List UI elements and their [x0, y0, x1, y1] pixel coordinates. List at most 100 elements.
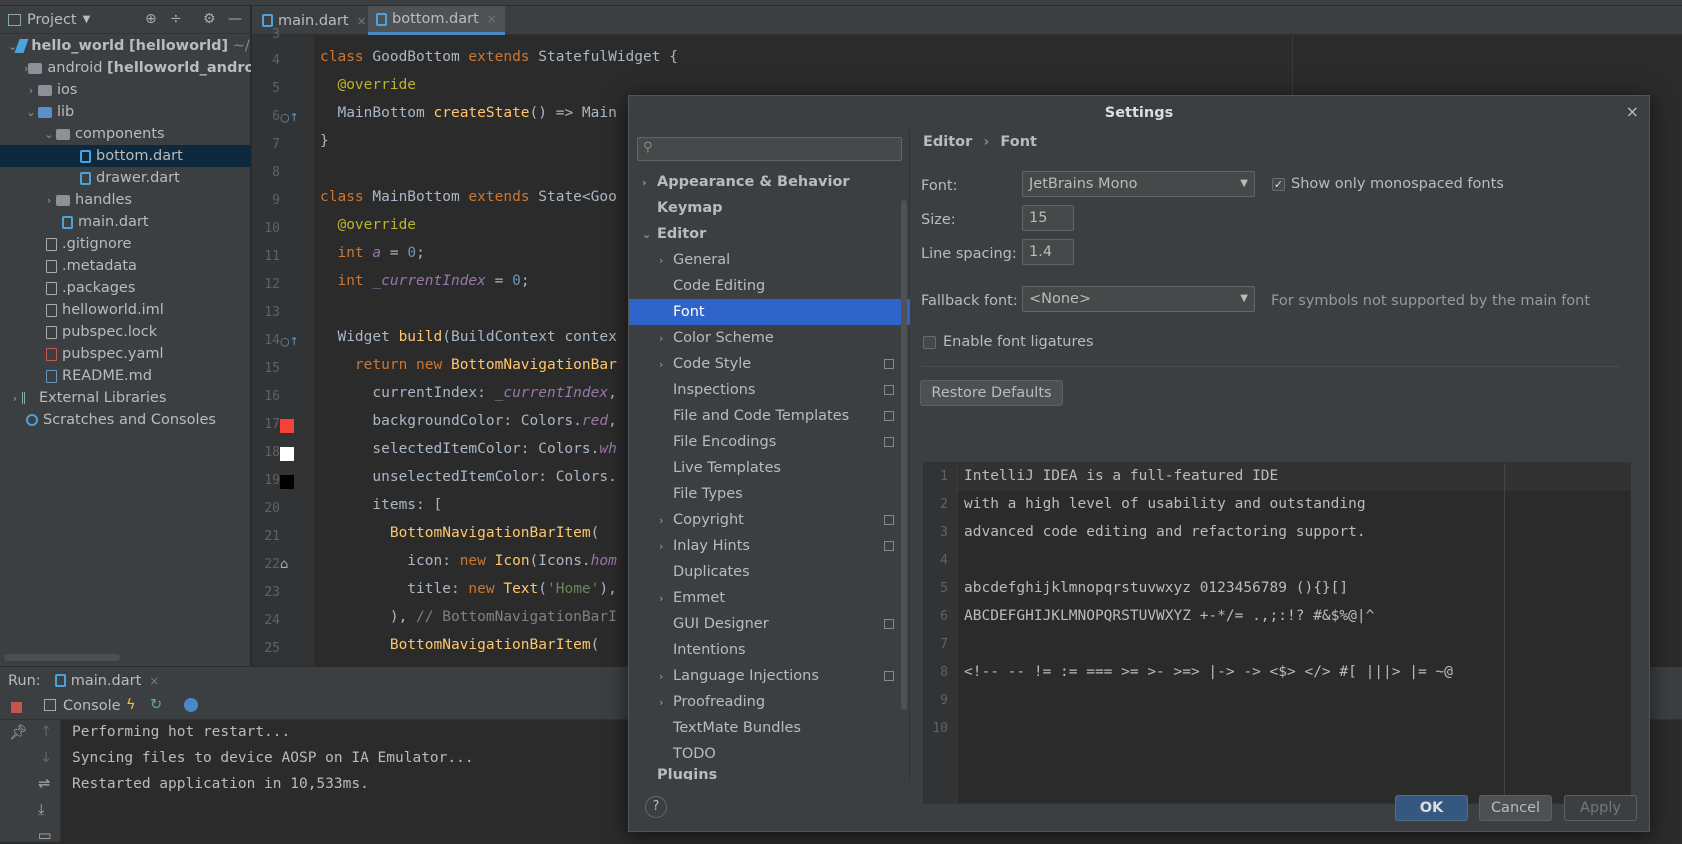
chevron-right-icon[interactable]: ›	[659, 592, 663, 605]
tree-item-components[interactable]: ⌄ components	[0, 123, 251, 145]
tree-item-handles[interactable]: › handles	[0, 189, 251, 211]
tree-item-android[interactable]: › android [helloworld_andro	[0, 57, 251, 79]
font-preview[interactable]: 1 IntelliJ IDEA is a full-featured IDE 2…	[923, 462, 1631, 804]
settings-search-input[interactable]: ⚲	[637, 137, 902, 161]
tree-item-main-dart[interactable]: main.dart	[0, 211, 251, 233]
nav-code-style[interactable]: › Code Style	[629, 351, 910, 377]
chevron-right-icon[interactable]: ›	[659, 696, 663, 709]
nav-general[interactable]: › General	[629, 247, 910, 273]
chevron-right-icon[interactable]: ›	[642, 176, 647, 189]
tree-item-gitignore[interactable]: .gitignore	[0, 233, 251, 255]
ok-button[interactable]: OK	[1395, 795, 1468, 821]
tab-console[interactable]: Console	[63, 698, 121, 714]
chevron-right-icon[interactable]: ›	[659, 254, 663, 267]
chevron-right-icon[interactable]: ›	[42, 194, 56, 207]
chevron-right-icon[interactable]: ›	[659, 332, 663, 345]
nav-color-scheme[interactable]: › Color Scheme	[629, 325, 910, 351]
chevron-right-icon[interactable]: ›	[24, 84, 38, 97]
chevron-down-icon[interactable]: ⌄	[642, 228, 651, 241]
color-swatch-red[interactable]	[280, 419, 294, 433]
tree-item-packages[interactable]: .packages	[0, 277, 251, 299]
restore-defaults-button[interactable]: Restore Defaults	[920, 380, 1063, 406]
monospace-only-checkbox[interactable]: ✓	[1272, 178, 1285, 191]
apply-button[interactable]: Apply	[1564, 795, 1637, 821]
nav-inspections[interactable]: Inspections	[629, 377, 910, 403]
tree-item-lib[interactable]: ⌄ lib	[0, 101, 251, 123]
nav-copyright[interactable]: › Copyright	[629, 507, 910, 533]
run-tab-main-dart[interactable]: main.dart	[71, 673, 142, 689]
sidebar-scrollbar[interactable]	[901, 200, 907, 710]
tree-item-readme[interactable]: README.md	[0, 365, 251, 387]
close-icon[interactable]: ×	[357, 14, 367, 28]
tab-bottom-dart[interactable]: bottom.dart ×	[368, 6, 505, 35]
chevron-right-icon[interactable]: ›	[659, 514, 663, 527]
soft-wrap-icon[interactable]: ⇌	[38, 776, 50, 792]
chevron-right-icon[interactable]: ›	[659, 358, 663, 371]
nav-emmet[interactable]: › Emmet	[629, 585, 910, 611]
nav-appearance-behavior[interactable]: › Appearance & Behavior	[629, 169, 910, 195]
tree-item-drawer-dart[interactable]: drawer.dart	[0, 167, 251, 189]
nav-intentions[interactable]: Intentions	[629, 637, 910, 663]
hot-restart-icon[interactable]: ↻	[150, 697, 162, 713]
font-select[interactable]: JetBrains Mono ▼	[1022, 171, 1255, 197]
line-spacing-input[interactable]: 1.4	[1022, 239, 1074, 265]
breadcrumb-parent[interactable]: Editor	[923, 134, 972, 150]
collapse-icon[interactable]: ÷	[170, 11, 182, 27]
chevron-down-icon[interactable]: ⌄	[42, 128, 56, 141]
fallback-font-select[interactable]: <None> ▼	[1022, 286, 1255, 312]
horizontal-scrollbar[interactable]	[4, 654, 120, 661]
nav-file-encodings[interactable]: File Encodings	[629, 429, 910, 455]
chevron-right-icon[interactable]: ›	[8, 392, 22, 405]
tree-item-pubspec-lock[interactable]: pubspec.lock	[0, 321, 251, 343]
nav-live-templates[interactable]: Live Templates	[629, 455, 910, 481]
nav-proofreading[interactable]: › Proofreading	[629, 689, 910, 715]
tree-item-external-libraries[interactable]: › External Libraries	[0, 387, 251, 409]
nav-gui-designer[interactable]: GUI Designer	[629, 611, 910, 637]
pin-icon[interactable]: 📌︎	[9, 724, 27, 741]
chevron-down-icon[interactable]: ▼	[83, 14, 91, 25]
chevron-down-icon[interactable]: ⌄	[24, 106, 38, 119]
devtools-icon[interactable]	[184, 698, 198, 712]
font-ligatures-checkbox[interactable]	[923, 336, 936, 349]
nav-code-editing[interactable]: Code Editing	[629, 273, 910, 299]
stop-icon[interactable]	[11, 702, 22, 713]
override-icon[interactable]: ○↑	[280, 111, 299, 125]
nav-file-types[interactable]: File Types	[629, 481, 910, 507]
size-input[interactable]: 15	[1022, 205, 1074, 231]
hot-reload-icon[interactable]: ϟ	[126, 697, 136, 713]
hide-icon[interactable]: —	[228, 11, 242, 27]
tree-item-helloworld-iml[interactable]: helloworld.iml	[0, 299, 251, 321]
close-icon[interactable]: ×	[1626, 102, 1639, 121]
gear-icon[interactable]: ⚙	[203, 11, 216, 27]
help-button[interactable]: ?	[645, 796, 667, 818]
nav-editor[interactable]: ⌄ Editor	[629, 221, 910, 247]
nav-plugins[interactable]: Plugins	[629, 767, 910, 780]
tree-item-pubspec-yaml[interactable]: pubspec.yaml	[0, 343, 251, 365]
close-icon[interactable]: ×	[487, 12, 497, 26]
nav-duplicates[interactable]: Duplicates	[629, 559, 910, 585]
close-icon[interactable]: ×	[149, 674, 159, 688]
nav-todo[interactable]: TODO	[629, 741, 910, 767]
project-title[interactable]: Project	[27, 12, 77, 28]
cancel-button[interactable]: Cancel	[1479, 795, 1552, 821]
color-swatch-black[interactable]	[280, 475, 294, 489]
tree-item-metadata[interactable]: .metadata	[0, 255, 251, 277]
scroll-to-end-icon[interactable]: ⤓	[38, 802, 44, 818]
nav-inlay-hints[interactable]: › Inlay Hints	[629, 533, 910, 559]
nav-language-injections[interactable]: › Language Injections	[629, 663, 910, 689]
override-icon[interactable]: ○↑	[280, 335, 299, 349]
down-arrow-icon[interactable]: ↓	[40, 750, 52, 766]
tree-item-hello-world[interactable]: ⌄ hello_world [helloworld] ~/D	[0, 35, 251, 57]
nav-file-code-templates[interactable]: File and Code Templates	[629, 403, 910, 429]
nav-font[interactable]: Font	[629, 299, 910, 325]
tree-item-scratches[interactable]: Scratches and Consoles	[0, 409, 251, 431]
color-swatch-white[interactable]	[280, 447, 294, 461]
locate-icon[interactable]: ⊕	[145, 11, 157, 27]
tree-item-bottom-dart[interactable]: bottom.dart	[0, 145, 251, 167]
nav-keymap[interactable]: Keymap	[629, 195, 910, 221]
up-arrow-icon[interactable]: ↑	[40, 724, 52, 740]
chevron-right-icon[interactable]: ›	[659, 540, 663, 553]
chevron-right-icon[interactable]: ›	[659, 670, 663, 683]
nav-textmate-bundles[interactable]: TextMate Bundles	[629, 715, 910, 741]
tree-item-ios[interactable]: › ios	[0, 79, 251, 101]
